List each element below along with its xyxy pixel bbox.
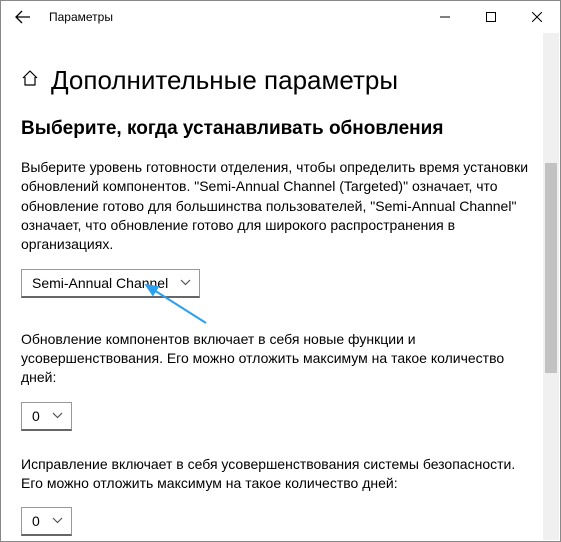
- quality-update-days-value: 0: [32, 513, 40, 529]
- close-icon: [532, 12, 542, 22]
- quality-update-description: Исправление включает в себя усовершенств…: [21, 455, 540, 494]
- close-button[interactable]: [514, 1, 560, 33]
- maximize-icon: [486, 12, 496, 22]
- scrollbar-thumb[interactable]: [545, 163, 557, 373]
- home-icon: [21, 69, 39, 92]
- page-title: Дополнительные параметры: [51, 65, 398, 96]
- titlebar: Параметры: [1, 1, 560, 33]
- feature-update-days-value: 0: [32, 408, 40, 424]
- section-heading: Выберите, когда устанавливать обновления: [21, 118, 540, 140]
- back-arrow-icon: [15, 9, 31, 25]
- minimize-icon: [440, 12, 450, 22]
- chevron-down-icon: [52, 515, 63, 527]
- channel-description: Выберите уровень готовности отделения, ч…: [21, 158, 540, 255]
- chevron-down-icon: [52, 410, 63, 422]
- chevron-down-icon: [180, 277, 191, 289]
- channel-dropdown-value: Semi-Annual Channel: [32, 275, 168, 291]
- page-header: Дополнительные параметры: [21, 65, 540, 96]
- feature-update-days-dropdown[interactable]: 0: [21, 402, 72, 431]
- minimize-button[interactable]: [422, 1, 468, 33]
- channel-dropdown[interactable]: Semi-Annual Channel: [21, 269, 200, 298]
- back-button[interactable]: [7, 1, 39, 33]
- window-controls: [422, 1, 560, 33]
- scrollbar-track[interactable]: [543, 33, 559, 540]
- content-area: Дополнительные параметры Выберите, когда…: [1, 33, 560, 541]
- quality-update-days-dropdown[interactable]: 0: [21, 507, 72, 536]
- maximize-button[interactable]: [468, 1, 514, 33]
- feature-update-description: Обновление компонентов включает в себя н…: [21, 330, 540, 388]
- window-title: Параметры: [49, 10, 422, 24]
